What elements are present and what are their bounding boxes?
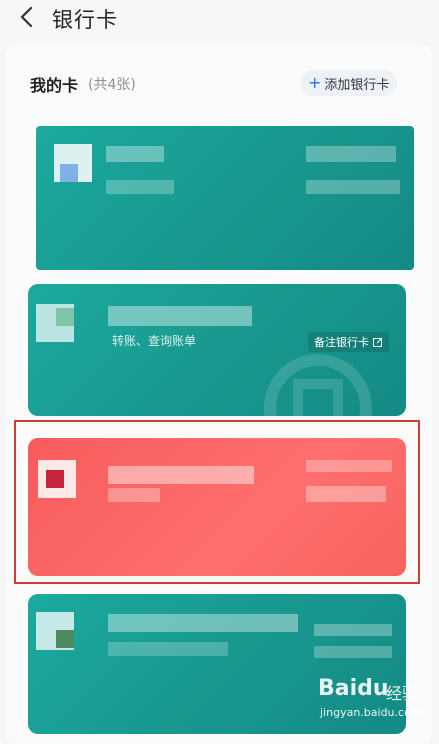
card-count: (共4张) [88,77,136,93]
bank-logo-icon [36,304,74,342]
card-type-redacted [108,488,160,502]
card-name-redacted [108,466,254,484]
card-name-redacted [106,146,164,162]
card-tail-redacted [306,180,400,194]
watermark-brand-cn: 经验 [386,684,419,703]
card-name-redacted [108,306,252,326]
bank-watermark-icon [264,354,372,416]
edit-icon [373,337,383,347]
bank-logo-icon [54,144,92,182]
add-bank-card-label: 添加银行卡 [324,77,390,93]
card-subtitle: 转账、查询账单 [112,334,197,348]
plus-icon: + [308,73,322,92]
section-title: 我的卡 [30,76,79,95]
bank-card-2[interactable]: 转账、查询账单 备注银行卡 [28,284,406,416]
card-tail-redacted [314,646,392,658]
card-name-redacted [108,614,298,632]
card-number-redacted [306,460,392,472]
card-number-redacted [306,146,396,162]
card-type-redacted [108,642,228,656]
watermark-url: jingyan.baidu.com [320,706,422,719]
baidu-jingyan-watermark: Baidu 经验 jingyan.baidu.com [318,676,430,730]
watermark-brand: Baidu [318,676,389,701]
card-number-redacted [314,624,392,636]
header-bar: 银行卡 [0,0,439,40]
bank-logo-icon [38,460,76,498]
add-bank-card-button[interactable]: + 添加银行卡 [300,70,398,96]
back-arrow-icon[interactable] [16,5,40,29]
bank-card-3[interactable] [28,438,406,576]
bank-logo-icon [36,612,74,650]
bank-card-1[interactable] [36,126,414,270]
page-title: 银行卡 [52,8,118,32]
card-tail-redacted [306,486,386,502]
card-type-redacted [106,180,174,194]
